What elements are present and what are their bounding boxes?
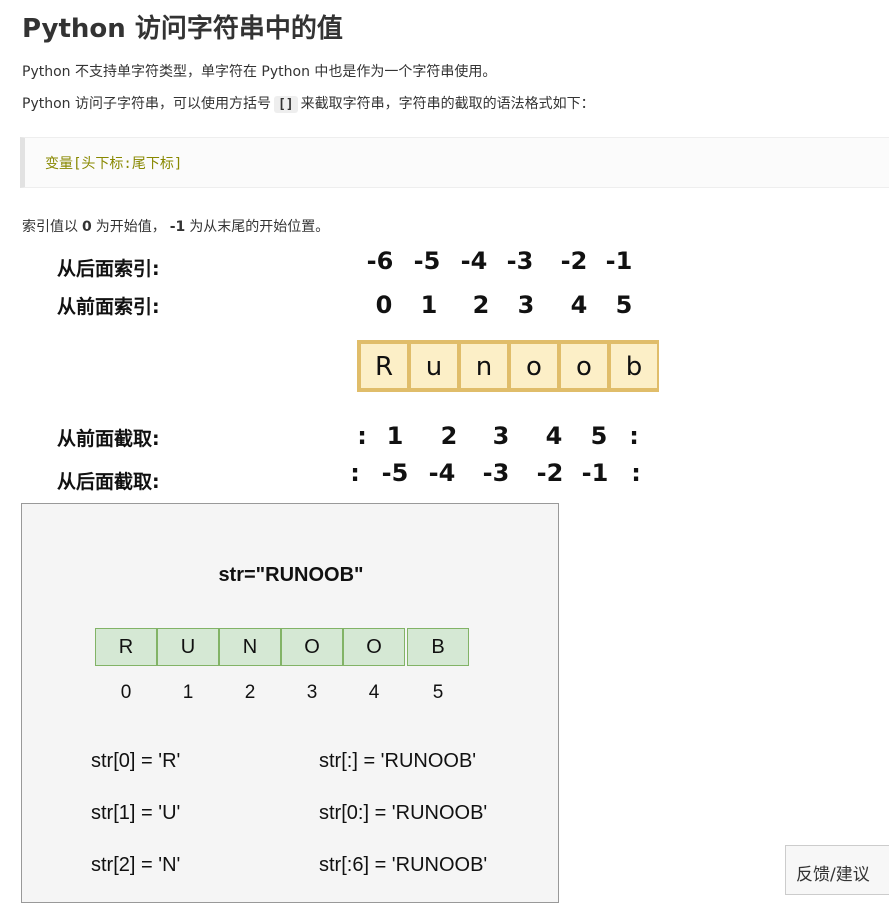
back-slice-4: -2 <box>536 459 564 487</box>
paragraph-single-char: Python 不支持单字符类型，单字符在 Python 中也是作为一个字符串使用… <box>22 64 497 80</box>
paragraph-substring-text-a: Python 访问子字符串，可以使用方括号 <box>22 96 271 112</box>
diagram-cell-0: R <box>95 628 157 666</box>
diagram-index-4: 4 <box>368 682 380 703</box>
diagram-cell-2: N <box>219 628 281 666</box>
diagram-title: str="RUNOOB" <box>218 564 364 586</box>
feedback-button[interactable]: 反馈/建议 <box>785 845 889 895</box>
back-slice-2: -4 <box>428 459 456 487</box>
diagram-index-3: 3 <box>306 682 318 703</box>
label-front-index: 从前面索引: <box>57 296 160 318</box>
example-right-1: str[0:] = 'RUNOOB' <box>319 802 488 824</box>
diagram-index-0: 0 <box>120 682 132 703</box>
index-note-minus-one: -1 <box>169 219 186 235</box>
diagram-cell-1: U <box>157 628 219 666</box>
index-note-zero: 0 <box>82 219 92 235</box>
example-left-2: str[2] = 'N' <box>91 854 181 876</box>
label-back-slice: 从后面截取: <box>57 471 160 493</box>
front-index-1: 1 <box>420 291 438 319</box>
code-block: 变量[头下标:尾下标] <box>20 137 889 188</box>
label-front-slice: 从前面截取: <box>57 428 160 450</box>
paragraph-substring: Python 访问子字符串，可以使用方括号[] 来截取字符串，字符串的截取的语法格… <box>22 93 595 113</box>
back-index-4: -2 <box>560 247 588 275</box>
front-slice-5: 5 <box>590 422 608 450</box>
back-slice-3: -3 <box>482 459 510 487</box>
example-left-1: str[1] = 'U' <box>91 802 181 824</box>
code-block-text: 变量[头下标:尾下标] <box>45 156 183 172</box>
front-index-0: 0 <box>375 291 393 319</box>
front-slice-0: : <box>357 422 367 450</box>
back-index-2: -4 <box>460 247 488 275</box>
paragraph-substring-text-b: 来截取字符串，字符串的截取的语法格式如下： <box>300 96 595 112</box>
example-left-0: str[0] = 'R' <box>91 750 181 772</box>
page-title: Python 访问字符串中的值 <box>22 14 343 44</box>
index-note-text-a: 索引值以 <box>22 219 78 235</box>
inline-code-brackets: [] <box>273 96 298 113</box>
back-slice-0: : <box>350 459 360 487</box>
front-slice-1: 1 <box>386 422 404 450</box>
letter-cell-4: o <box>559 342 609 390</box>
front-slice-4: 4 <box>545 422 563 450</box>
back-index-5: -1 <box>605 247 633 275</box>
index-note-text-e: 为从末尾的开始位置。 <box>189 219 330 235</box>
diagram-cell-3: O <box>281 628 343 666</box>
front-index-4: 4 <box>570 291 588 319</box>
label-back-index: 从后面索引: <box>57 258 160 280</box>
letter-cell-1: u <box>409 342 459 390</box>
back-slice-6: : <box>631 459 641 487</box>
back-index-3: -3 <box>506 247 534 275</box>
diagram-cell-4: O <box>343 628 405 666</box>
front-index-3: 3 <box>517 291 535 319</box>
front-slice-2: 2 <box>440 422 458 450</box>
back-slice-1: -5 <box>381 459 409 487</box>
back-slice-5: -1 <box>581 459 609 487</box>
front-index-2: 2 <box>472 291 490 319</box>
index-note-text-c: 为开始值， <box>95 219 166 235</box>
paragraph-index-note: 索引值以 0 为开始值， -1 为从末尾的开始位置。 <box>22 216 329 236</box>
letter-cell-0: R <box>359 342 409 390</box>
example-right-0: str[:] = 'RUNOOB' <box>319 750 477 772</box>
front-slice-6: : <box>629 422 639 450</box>
diagram-cell-5: B <box>407 628 469 666</box>
diagram-index-1: 1 <box>182 682 194 703</box>
string-slicing-diagram: str="RUNOOB" R U N O O B 0 1 2 3 4 5 str… <box>21 503 559 903</box>
diagram-index-2: 2 <box>244 682 256 703</box>
front-slice-3: 3 <box>492 422 510 450</box>
diagram-index-5: 5 <box>432 682 444 703</box>
back-index-0: -6 <box>366 247 394 275</box>
front-index-5: 5 <box>615 291 633 319</box>
letter-cell-2: n <box>459 342 509 390</box>
back-index-1: -5 <box>413 247 441 275</box>
letter-cell-3: o <box>509 342 559 390</box>
letter-cell-5: b <box>609 342 659 390</box>
example-right-2: str[:6] = 'RUNOOB' <box>319 854 488 876</box>
